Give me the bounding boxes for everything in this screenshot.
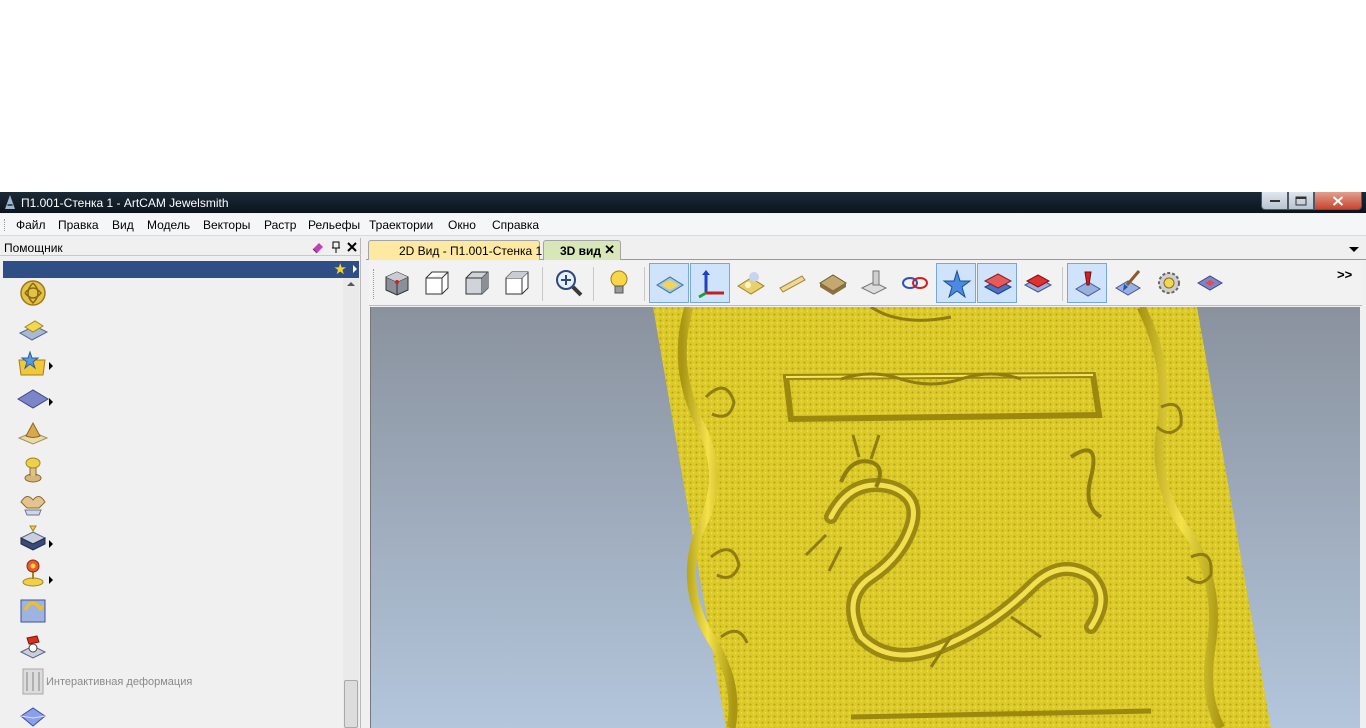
tool-list: Интерактивная деформация (3, 278, 343, 728)
close-tab-icon[interactable]: ✕ (604, 242, 615, 258)
sim-toolpath-icon[interactable] (1067, 263, 1107, 303)
scroll-up-arrow-icon[interactable] (347, 282, 355, 286)
axes-icon[interactable] (690, 263, 730, 303)
toolpath-icon[interactable] (895, 263, 935, 303)
submenu-arrow-icon[interactable] (49, 576, 53, 584)
window-title: П1.001-Стенка 1 - ArtCAM Jewelsmith (21, 196, 229, 210)
star-folder-icon[interactable] (17, 348, 49, 378)
panel-title: Помощник (4, 241, 63, 255)
settings-gear-icon[interactable] (1149, 263, 1189, 303)
hands-icon[interactable] (17, 488, 49, 518)
diamond-plane-icon[interactable] (17, 384, 49, 414)
toolbar-separator (593, 267, 594, 301)
menu-model[interactable]: Модель (147, 218, 190, 232)
3d-viewport[interactable] (370, 307, 1360, 728)
machine-icon[interactable] (854, 263, 894, 303)
iso-view-icon[interactable] (377, 263, 417, 303)
bar-icon[interactable] (772, 263, 812, 303)
layer-sheet-icon[interactable] (17, 314, 49, 344)
tab-2d-label: 2D Вид - П1.001-Стенка 1 (399, 244, 543, 258)
gem-icon[interactable] (17, 702, 49, 728)
red-layer-icon[interactable] (1018, 263, 1058, 303)
menu-raster[interactable]: Растр (264, 218, 296, 232)
menu-window[interactable]: Окно (448, 218, 476, 232)
artcam-logo-icon (5, 195, 15, 209)
toolbar-separator (644, 267, 645, 301)
menu-vectors[interactable]: Векторы (203, 218, 250, 232)
plane-display-icon[interactable] (649, 263, 689, 303)
panel-section-bar[interactable]: ★ (3, 261, 359, 278)
top-view-icon[interactable] (497, 263, 537, 303)
view-toolbar: >> (369, 261, 1362, 306)
eraser-icon[interactable] (311, 240, 325, 254)
artcam-window: П1.001-Стенка 1 - ArtCAM Jewelsmith Файл… (0, 192, 1366, 728)
menu-help[interactable]: Справка (492, 218, 539, 232)
figure-icon[interactable] (17, 632, 49, 662)
menu-bar: Файл Правка Вид Модель Векторы Растр Рел… (0, 214, 1366, 236)
dome-icon[interactable] (17, 454, 49, 484)
document-area: 2D Вид - П1.001-Стенка 1 3D вид ✕ >> (366, 238, 1366, 728)
front-view-icon[interactable] (417, 263, 457, 303)
tab-3d-view[interactable]: 3D вид ✕ (543, 240, 621, 260)
assistant-panel: Помощник ★ Интерактивная деформация (0, 238, 361, 728)
paint-brush-icon[interactable] (1108, 263, 1148, 303)
toolbar-separator (542, 267, 543, 301)
menu-file[interactable]: Файл (16, 218, 46, 232)
tab-3d-label: 3D вид (560, 244, 602, 258)
menu-toolpaths[interactable]: Траектории (369, 218, 433, 232)
pin-icon[interactable] (329, 240, 343, 254)
menu-grip (4, 219, 6, 231)
toolbar-grip (373, 269, 375, 299)
interactive-deform-label: Интерактивная деформация (46, 676, 193, 688)
menu-reliefs[interactable]: Рельефы (308, 218, 360, 232)
view-tabs: 2D Вид - П1.001-Стенка 1 3D вид ✕ (366, 238, 1366, 260)
close-button[interactable] (1314, 192, 1362, 210)
favorite-star-icon[interactable]: ★ (334, 260, 347, 278)
interactive-deform-icon[interactable] (17, 666, 49, 696)
relief-model (653, 307, 1271, 728)
menu-view[interactable]: Вид (112, 218, 134, 232)
scroll-thumb[interactable] (344, 680, 358, 728)
light-bulb-icon[interactable] (599, 263, 639, 303)
texture-block-icon[interactable] (813, 263, 853, 303)
panel-header: Помощник (0, 238, 361, 256)
maximize-button[interactable] (1288, 192, 1314, 210)
layers-icon[interactable] (977, 263, 1017, 303)
book-icon[interactable] (17, 522, 49, 552)
tab-2d-view[interactable]: 2D Вид - П1.001-Стенка 1 (368, 240, 543, 260)
submenu-arrow-icon[interactable] (49, 398, 53, 406)
celtic-knot-icon[interactable] (17, 278, 49, 308)
section-arrow-icon[interactable] (353, 265, 357, 273)
toolbar-separator (1062, 267, 1063, 301)
menu-edit[interactable]: Правка (58, 218, 99, 232)
tab-list-dropdown-icon[interactable] (1349, 247, 1359, 252)
panel-scrollbar[interactable] (343, 278, 359, 728)
close-panel-icon[interactable] (345, 240, 359, 254)
toolbar-overflow-button[interactable]: >> (1337, 267, 1352, 282)
title-bar: П1.001-Стенка 1 - ArtCAM Jewelsmith (0, 192, 1366, 213)
zoom-icon[interactable] (549, 263, 589, 303)
star-vector-icon[interactable] (936, 263, 976, 303)
relief-shade-icon[interactable] (731, 263, 771, 303)
arch-arrow-icon[interactable] (17, 594, 49, 624)
submenu-arrow-icon[interactable] (49, 540, 53, 548)
submenu-arrow-icon[interactable] (49, 362, 53, 370)
right-view-icon[interactable] (457, 263, 497, 303)
flower-disc-icon[interactable] (17, 558, 49, 588)
gem-diamond-icon[interactable] (1190, 263, 1230, 303)
cone-icon[interactable] (17, 420, 49, 450)
minimize-button[interactable] (1261, 192, 1288, 210)
